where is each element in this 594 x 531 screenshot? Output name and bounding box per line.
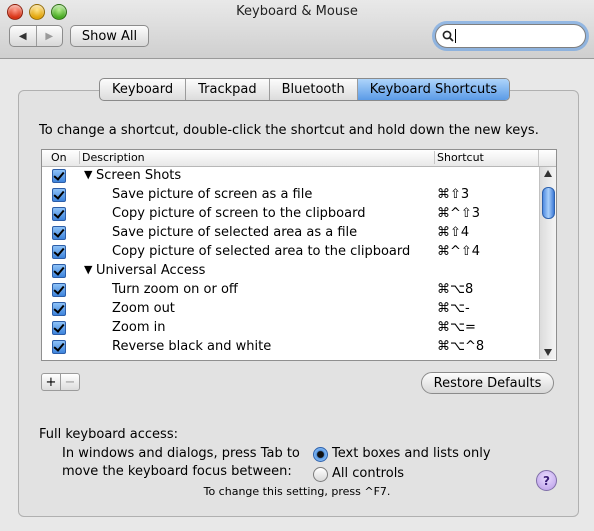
row-description: Save picture of selected area as a file <box>112 225 358 240</box>
radio-button[interactable] <box>313 467 328 482</box>
row-description: Universal Access <box>96 263 206 278</box>
row-shortcut[interactable]: ⌘⇧4 <box>437 225 469 240</box>
row-shortcut[interactable]: ⌘⌥= <box>437 320 476 335</box>
back-forward-control: ◀ ▶ <box>9 25 63 47</box>
radio-button-selected[interactable] <box>313 447 328 462</box>
preferences-window: Keyboard & Mouse ◀ ▶ Show All Keyboard T… <box>0 0 594 531</box>
row-shortcut[interactable]: ⌘^⇧3 <box>437 206 480 221</box>
table-row[interactable]: Save picture of selected area as a file … <box>42 224 539 243</box>
full-keyboard-access-description: In windows and dialogs, press Tab to mov… <box>62 445 300 481</box>
table-row[interactable]: ▼ Screen Shots <box>42 167 539 186</box>
window-title: Keyboard & Mouse <box>236 4 358 19</box>
tab-bar: Keyboard Trackpad Bluetooth Keyboard Sho… <box>99 78 511 101</box>
row-shortcut[interactable]: ⌘⇧3 <box>437 187 469 202</box>
forward-arrow-icon: ▶ <box>45 30 54 42</box>
radio-text-boxes-only[interactable]: Text boxes and lists only <box>313 445 491 465</box>
enabled-checkbox[interactable] <box>52 188 66 202</box>
scroll-down-arrow-icon[interactable] <box>544 349 552 356</box>
column-header-on[interactable]: On <box>51 151 67 164</box>
description-line-1: In windows and dialogs, press Tab to <box>62 446 300 461</box>
table-body: ▼ Screen Shots Save picture of screen as… <box>42 167 539 357</box>
scroll-up-arrow-icon[interactable] <box>544 170 552 177</box>
keyboard-access-hint: To change this setting, press ^F7. <box>203 485 391 498</box>
add-shortcut-button[interactable]: + <box>42 374 60 390</box>
header-divider <box>538 150 539 166</box>
row-description: Save picture of screen as a file <box>112 187 313 202</box>
enabled-checkbox[interactable] <box>52 302 66 316</box>
text-caret <box>455 29 456 43</box>
table-row[interactable]: Zoom out ⌘⌥- <box>42 300 539 319</box>
enabled-checkbox[interactable] <box>52 226 66 240</box>
column-header-description[interactable]: Description <box>79 151 145 164</box>
row-description: Screen Shots <box>96 168 182 183</box>
add-remove-control: + − <box>41 373 80 391</box>
table-row[interactable]: Reverse black and white ⌘⌥^8 <box>42 338 539 357</box>
enabled-checkbox[interactable] <box>52 340 66 354</box>
tab-keyboard-shortcuts[interactable]: Keyboard Shortcuts <box>357 79 510 100</box>
row-description: Zoom out <box>112 301 175 316</box>
row-shortcut[interactable]: ⌘^⇧4 <box>437 244 480 259</box>
forward-button[interactable]: ▶ <box>35 26 63 46</box>
restore-defaults-button[interactable]: Restore Defaults <box>421 372 554 394</box>
row-description: Zoom in <box>112 320 166 335</box>
enabled-checkbox[interactable] <box>52 245 66 259</box>
row-shortcut[interactable]: ⌘⌥8 <box>437 282 473 297</box>
radio-all-controls[interactable]: All controls <box>313 465 491 485</box>
table-row[interactable]: Turn zoom on or off ⌘⌥8 <box>42 281 539 300</box>
row-shortcut[interactable]: ⌘⌥^8 <box>437 339 484 354</box>
search-icon <box>442 30 454 42</box>
row-description: Copy picture of screen to the clipboard <box>112 206 366 221</box>
back-arrow-icon: ◀ <box>18 30 27 42</box>
toolbar: Keyboard & Mouse ◀ ▶ Show All <box>0 0 594 59</box>
vertical-scrollbar[interactable] <box>539 167 556 359</box>
row-shortcut[interactable]: ⌘⌥- <box>437 301 470 316</box>
disclosure-triangle-icon[interactable]: ▼ <box>84 168 92 181</box>
instruction-text: To change a shortcut, double-click the s… <box>39 123 539 138</box>
table-row[interactable]: Save picture of screen as a file ⌘⇧3 <box>42 186 539 205</box>
enabled-checkbox[interactable] <box>52 169 66 183</box>
table-row[interactable]: Copy picture of screen to the clipboard … <box>42 205 539 224</box>
keyboard-focus-radio-group: Text boxes and lists only All controls <box>313 445 491 485</box>
tab-bluetooth[interactable]: Bluetooth <box>270 79 358 100</box>
enabled-checkbox[interactable] <box>52 321 66 335</box>
full-keyboard-access-label: Full keyboard access: <box>39 427 178 442</box>
back-button[interactable]: ◀ <box>10 26 36 46</box>
show-all-button[interactable]: Show All <box>70 25 149 47</box>
tab-keyboard[interactable]: Keyboard <box>100 79 187 100</box>
table-row[interactable]: Zoom in ⌘⌥= <box>42 319 539 338</box>
enabled-checkbox[interactable] <box>52 207 66 221</box>
row-description: Reverse black and white <box>112 339 272 354</box>
description-line-2: move the keyboard focus between: <box>62 464 292 479</box>
shortcuts-table: On Description Shortcut ▼ Screen Shots S… <box>41 149 557 361</box>
radio-label: All controls <box>332 466 405 481</box>
tab-trackpad[interactable]: Trackpad <box>186 79 270 100</box>
scroll-thumb[interactable] <box>542 187 555 219</box>
remove-shortcut-button[interactable]: − <box>60 374 79 390</box>
table-row[interactable]: Copy picture of selected area to the cli… <box>42 243 539 262</box>
search-field[interactable] <box>435 24 586 48</box>
table-row[interactable]: ▼ Universal Access <box>42 262 539 281</box>
disclosure-triangle-icon[interactable]: ▼ <box>84 263 92 276</box>
radio-label: Text boxes and lists only <box>332 446 491 461</box>
table-header: On Description Shortcut <box>42 150 556 167</box>
row-description: Copy picture of selected area to the cli… <box>112 244 411 259</box>
row-description: Turn zoom on or off <box>112 282 238 297</box>
enabled-checkbox[interactable] <box>52 264 66 278</box>
enabled-checkbox[interactable] <box>52 283 66 297</box>
column-header-shortcut[interactable]: Shortcut <box>434 151 484 164</box>
